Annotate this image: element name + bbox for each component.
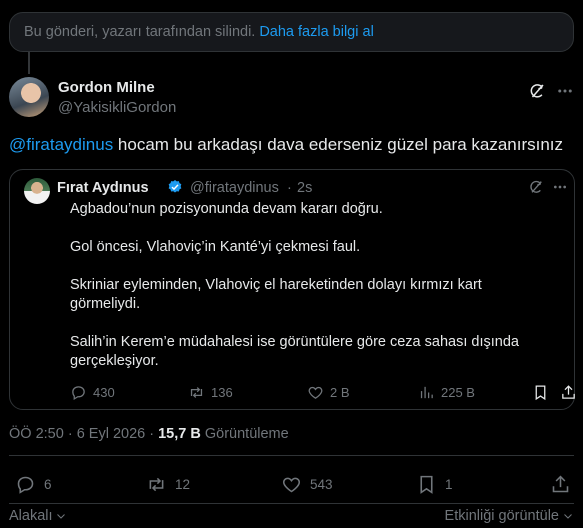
divider bbox=[9, 455, 574, 456]
heart-icon bbox=[282, 477, 301, 493]
quoted-like-button[interactable]: 2 B bbox=[307, 384, 350, 401]
sort-replies-dropdown[interactable]: Alakalı bbox=[9, 508, 67, 524]
quoted-text-paragraph: Gol öncesi, Vlahoviç’in Kanté’yi çekmesi… bbox=[70, 239, 361, 255]
repost-icon bbox=[190, 387, 203, 398]
views-count: 225 B bbox=[441, 385, 475, 400]
bookmark-icon bbox=[420, 475, 433, 494]
quoted-text-paragraph: Salih’in Kerem’e müdahalesi ise görüntül… bbox=[70, 334, 519, 369]
quoted-action-bar: 430 136 2 B 225 B bbox=[70, 384, 575, 404]
more-options-icon[interactable] bbox=[552, 179, 568, 195]
verified-badge-icon bbox=[168, 180, 182, 193]
share-icon bbox=[552, 475, 569, 493]
quoted-author-handle[interactable]: @firataydinus bbox=[190, 180, 279, 196]
views-icon bbox=[420, 386, 433, 399]
learn-more-link[interactable]: Daha fazla bilgi al bbox=[259, 24, 373, 40]
mention-link[interactable]: @firataydinus bbox=[9, 135, 113, 154]
chevron-down-icon bbox=[564, 514, 572, 519]
like-button[interactable]: 543 bbox=[281, 474, 333, 495]
quoted-reply-button[interactable]: 430 bbox=[70, 384, 115, 401]
bookmark-button[interactable]: 1 bbox=[416, 474, 453, 495]
tweet-timestamp[interactable]: ÖÖ 2:50 · 6 Eyl 2026 · bbox=[9, 426, 158, 442]
repost-icon bbox=[149, 477, 164, 492]
grok-icon[interactable] bbox=[528, 179, 544, 195]
quoted-text-paragraph: Agbadou’nun pozisyonunda devam kararı do… bbox=[70, 201, 383, 217]
heart-icon bbox=[308, 386, 323, 399]
views-label: Görüntüleme bbox=[200, 426, 289, 442]
separator-dot: · bbox=[287, 180, 292, 196]
tweet-body: hocam bu arkadaşı dava ederseniz güzel p… bbox=[113, 135, 564, 154]
quoted-tweet[interactable]: Fırat Aydınus @firataydinus · 2s Agbadou… bbox=[9, 169, 575, 410]
bookmark-icon[interactable] bbox=[532, 384, 549, 401]
reply-count: 6 bbox=[44, 477, 52, 492]
author-name[interactable]: Gordon Milne bbox=[58, 79, 155, 96]
divider bbox=[9, 503, 574, 504]
view-activity-link[interactable]: Etkinliği görüntüle bbox=[445, 508, 574, 524]
chevron-down-icon bbox=[56, 514, 65, 519]
tweet-action-bar: 6 12 543 1 bbox=[9, 474, 574, 496]
reply-button[interactable]: 6 bbox=[15, 474, 52, 495]
grok-icon[interactable] bbox=[528, 82, 546, 100]
quoted-repost-button[interactable]: 136 bbox=[188, 384, 233, 401]
quoted-avatar[interactable] bbox=[24, 178, 50, 204]
reply-count: 430 bbox=[93, 385, 115, 400]
tweet-author-row: Gordon Milne @YakisikliGordon bbox=[9, 77, 574, 121]
repost-count: 12 bbox=[175, 477, 191, 492]
tweet-meta: ÖÖ 2:50 · 6 Eyl 2026 · 15,7 B Görüntülem… bbox=[9, 426, 289, 442]
thread-connector-line bbox=[28, 52, 30, 74]
like-count: 2 B bbox=[330, 385, 350, 400]
like-count: 543 bbox=[310, 477, 333, 492]
quoted-author-name[interactable]: Fırat Aydınus bbox=[57, 180, 149, 196]
repost-button[interactable]: 12 bbox=[146, 474, 190, 495]
share-button[interactable] bbox=[550, 474, 571, 495]
view-activity-label: Etkinliği görüntüle bbox=[444, 508, 559, 524]
views-number: 15,7 B bbox=[158, 426, 201, 442]
tweet-text: @firataydinus hocam bu arkadaşı dava ede… bbox=[9, 134, 574, 156]
sort-label: Alakalı bbox=[9, 508, 53, 524]
reply-icon bbox=[17, 476, 34, 494]
avatar[interactable] bbox=[9, 77, 49, 117]
bookmark-count: 1 bbox=[445, 477, 453, 492]
more-options-icon[interactable] bbox=[556, 82, 574, 100]
quoted-text-paragraph: Skriniar eyleminden, Vlahoviç el hareket… bbox=[70, 277, 482, 312]
deleted-post-text: Bu gönderi, yazarı tarafından silindi. bbox=[24, 24, 256, 40]
repost-count: 136 bbox=[211, 385, 233, 400]
author-handle[interactable]: @YakisikliGordon bbox=[58, 99, 176, 116]
deleted-post-banner: Bu gönderi, yazarı tarafından silindi. D… bbox=[9, 12, 574, 52]
quoted-timestamp[interactable]: 2s bbox=[297, 180, 312, 196]
quoted-views-button[interactable]: 225 B bbox=[418, 384, 475, 401]
reply-icon bbox=[72, 386, 85, 401]
share-icon[interactable] bbox=[560, 384, 577, 401]
